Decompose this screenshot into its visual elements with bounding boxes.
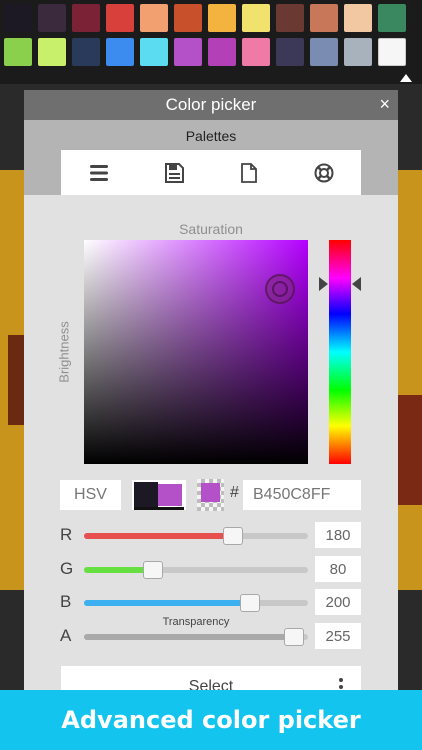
hue-slider[interactable] — [329, 240, 351, 464]
palette-swatch[interactable] — [72, 38, 100, 66]
palette-swatch[interactable] — [276, 4, 304, 32]
dialog-header: Color picker × — [24, 90, 398, 120]
palette-swatch[interactable] — [276, 38, 304, 66]
palette-row-1 — [4, 4, 422, 34]
palette-bar — [0, 0, 422, 84]
sv-picker-handle-ring — [272, 281, 288, 297]
palette-swatch[interactable] — [140, 4, 168, 32]
color-compare — [132, 480, 186, 510]
channel-label-b: B — [60, 592, 72, 611]
slider-track-r[interactable] — [84, 527, 308, 545]
alpha-preview-swatch — [197, 479, 224, 511]
palette-row-2 — [4, 38, 422, 68]
palette-toolbar — [61, 150, 361, 195]
new-file-button[interactable] — [211, 150, 286, 195]
alpha-preview-color — [201, 483, 220, 502]
palette-swatch[interactable] — [38, 4, 66, 32]
channel-label-g: G — [60, 559, 74, 578]
hue-marker-right-icon[interactable] — [352, 277, 361, 291]
palette-swatch[interactable] — [344, 4, 372, 32]
new-file-icon — [240, 162, 257, 183]
hue-marker-left-icon[interactable] — [319, 277, 328, 291]
list-icon — [89, 164, 108, 181]
save-button[interactable] — [136, 150, 211, 195]
slider-fill-a — [84, 634, 294, 640]
canvas-art-left-shade — [8, 335, 24, 425]
slider-track-a[interactable] — [84, 628, 308, 646]
save-icon — [164, 162, 184, 183]
slider-thumb-g[interactable] — [143, 561, 163, 579]
canvas-art-right — [398, 170, 422, 590]
palettes-section: Palettes — [24, 120, 398, 195]
slider-fill-r — [84, 533, 233, 539]
new-color-swatch — [158, 484, 182, 506]
slider-thumb-b[interactable] — [240, 594, 260, 612]
caret-up-icon[interactable] — [400, 74, 412, 82]
lifebuoy-icon — [314, 163, 333, 182]
channel-label-a: A — [60, 626, 72, 645]
value-field-a[interactable]: 255 — [315, 623, 361, 649]
palettes-label: Palettes — [185, 128, 237, 144]
palette-swatch[interactable] — [310, 4, 338, 32]
sv-black-layer — [84, 240, 308, 464]
color-picker-dialog: Color picker × Palettes Saturation Brigh… — [24, 90, 398, 710]
palette-swatch[interactable] — [106, 4, 134, 32]
palette-swatch[interactable] — [106, 38, 134, 66]
old-color-swatch[interactable] — [134, 482, 158, 508]
palette-swatch[interactable] — [4, 38, 32, 66]
palette-swatch[interactable] — [208, 38, 236, 66]
slider-row-a: A 255 — [60, 623, 361, 649]
palette-swatch[interactable] — [38, 38, 66, 66]
list-button[interactable] — [61, 150, 136, 195]
slider-fill-b — [84, 600, 250, 606]
saturation-label: Saturation — [179, 221, 243, 237]
hex-hash-label: # — [230, 484, 239, 501]
slider-row-r: R 180 — [60, 522, 361, 548]
slider-row-g: G 80 — [60, 556, 361, 582]
palette-swatch[interactable] — [4, 4, 32, 32]
slider-thumb-a[interactable] — [284, 628, 304, 646]
palette-swatch[interactable] — [72, 4, 100, 32]
compare-shadow — [134, 507, 184, 510]
palette-swatch[interactable] — [174, 38, 202, 66]
help-button[interactable] — [286, 150, 361, 195]
canvas-art-right-shade — [398, 395, 422, 505]
brightness-label: Brightness — [56, 321, 72, 383]
channel-label-r: R — [60, 525, 73, 544]
palette-swatch[interactable] — [140, 38, 168, 66]
color-mode-button[interactable]: HSV — [60, 480, 121, 510]
hex-input[interactable] — [243, 480, 361, 510]
slider-row-b: B 200 — [60, 589, 361, 615]
palette-swatch[interactable] — [344, 38, 372, 66]
close-icon[interactable]: × — [379, 94, 390, 114]
dialog-title: Color picker — [165, 95, 257, 114]
sv-picker-handle[interactable] — [265, 274, 295, 304]
banner-text: Advanced color picker — [61, 706, 361, 734]
promo-banner: Advanced color picker — [0, 690, 422, 750]
palette-swatch[interactable] — [242, 4, 270, 32]
palette-swatch[interactable] — [208, 4, 236, 32]
slider-track-b[interactable] — [84, 594, 308, 612]
palette-swatch[interactable] — [242, 38, 270, 66]
saturation-brightness-field[interactable] — [84, 240, 308, 464]
slider-track-g[interactable] — [84, 561, 308, 579]
slider-thumb-r[interactable] — [223, 527, 243, 545]
palette-swatch[interactable] — [378, 38, 406, 66]
palette-swatch[interactable] — [174, 4, 202, 32]
palette-swatch[interactable] — [378, 4, 406, 32]
value-field-r[interactable]: 180 — [315, 522, 361, 548]
value-field-g[interactable]: 80 — [315, 556, 361, 582]
palette-swatch[interactable] — [310, 38, 338, 66]
value-field-b[interactable]: 200 — [315, 589, 361, 615]
